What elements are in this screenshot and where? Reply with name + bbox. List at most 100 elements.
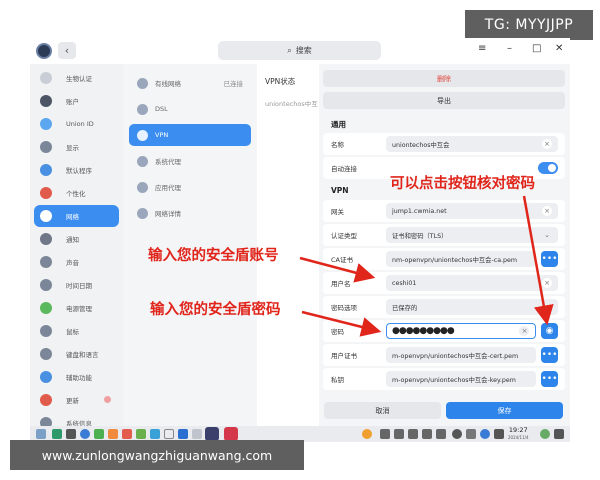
username-field[interactable]: ceshi01 ×	[386, 275, 558, 291]
trash-icon[interactable]	[192, 429, 202, 439]
tray-icon[interactable]	[380, 429, 390, 439]
wired-network-icon	[137, 77, 148, 89]
search-tray-icon[interactable]	[452, 429, 462, 439]
music-icon[interactable]	[122, 429, 132, 439]
clock[interactable]: 19:27 2024/11/4	[508, 427, 529, 441]
private-key-row: 私钥 m-openvpn/uniontechos中互会-key.pem •••	[323, 368, 565, 390]
bell-icon	[40, 233, 52, 245]
sidebar-item-system-info[interactable]: 系统信息	[34, 412, 119, 426]
app-proxy-icon	[137, 181, 148, 193]
clear-icon[interactable]: ×	[542, 278, 552, 288]
network-details-icon	[137, 207, 148, 219]
sidebar-item-label: 声音	[66, 259, 79, 267]
private-key-field[interactable]: m-openvpn/uniontechos中互会-key.pem	[386, 371, 536, 387]
clear-icon[interactable]: ×	[519, 326, 529, 336]
dsl-icon	[137, 103, 148, 115]
clock-date: 2024/11/4	[508, 435, 529, 440]
submenu-item-vpn[interactable]: VPN	[129, 124, 251, 146]
apps-icon	[40, 164, 52, 176]
sidebar-item-update[interactable]: 更新	[34, 389, 119, 411]
export-button[interactable]: 导出	[323, 92, 565, 109]
section-general-title: 通用	[331, 120, 346, 129]
watermark-bottom: www.zunlongwangzhiguanwang.com	[10, 440, 304, 470]
sidebar-item-sound[interactable]: 声音	[34, 251, 119, 273]
submenu-item-dsl[interactable]: DSL	[129, 98, 251, 120]
cancel-button[interactable]: 取消	[324, 402, 441, 419]
launcher-icon[interactable]	[36, 429, 46, 439]
sidebar-item-display[interactable]: 显示	[34, 136, 119, 158]
desktop-icon[interactable]	[52, 429, 62, 439]
sidebar-item-label: 通知	[66, 236, 79, 244]
sidebar-item-network[interactable]: 网络	[34, 205, 119, 227]
store-icon[interactable]	[94, 429, 104, 439]
files-icon[interactable]	[108, 429, 118, 439]
sidebar-item-default-apps[interactable]: 默认程序	[34, 159, 119, 181]
keyboard-icon	[40, 348, 52, 360]
pen-tray-icon[interactable]	[422, 429, 432, 439]
show-password-button[interactable]: ◉	[541, 323, 558, 339]
submenu-item-app-proxy[interactable]: 应用代理	[129, 176, 251, 198]
assistant-tray-icon[interactable]	[480, 429, 490, 439]
password-field[interactable]: ●●●●●●●●● ×	[386, 323, 536, 339]
delete-button[interactable]: 删除	[323, 70, 565, 87]
notification-tray-icon[interactable]	[362, 429, 372, 439]
search-input[interactable]: ⌕ 搜索	[218, 41, 381, 60]
sidebar-item-union-id[interactable]: Union ID	[34, 113, 119, 135]
app-icon[interactable]	[224, 427, 238, 441]
screenshot-tray-icon[interactable]	[466, 429, 476, 439]
password-options-select[interactable]: 已保存的 ⌄	[386, 299, 558, 315]
minimize-button[interactable]: –	[507, 43, 512, 54]
vpn-detail-panel: 删除 导出 通用 名称 uniontechos中互会 × 自动连接 VPN 网关 …	[319, 64, 570, 426]
auth-type-select[interactable]: 证书和密码（TLS） ⌄	[386, 227, 558, 243]
power-tray-icon[interactable]	[540, 429, 550, 439]
settings-app-icon[interactable]	[205, 427, 219, 441]
sidebar-item-label: 系统信息	[66, 420, 92, 426]
user-cert-row: 用户证书 m-openvpn/uniontechos中互会-cert.pem •…	[323, 344, 565, 366]
gateway-row: 网关 jump1.cwmia.net ×	[323, 200, 565, 222]
submenu-item-network-details[interactable]: 网络详情	[129, 202, 251, 224]
browse-private-key-button[interactable]: •••	[541, 371, 558, 387]
desktop-tray-icon[interactable]	[494, 429, 504, 439]
browser-icon[interactable]	[80, 429, 90, 439]
gateway-field[interactable]: jump1.cwmia.net ×	[386, 203, 558, 219]
sidebar-item-datetime[interactable]: 时间日期	[34, 274, 119, 296]
calendar-icon[interactable]	[178, 429, 188, 439]
name-field[interactable]: uniontechos中互会 ×	[386, 136, 558, 152]
ca-cert-field[interactable]: nm-openvpn/uniontechos中互会-ca.pem	[386, 251, 536, 267]
ca-cert-label: CA证书	[331, 256, 353, 264]
user-cert-field[interactable]: m-openvpn/uniontechos中互会-cert.pem	[386, 347, 536, 363]
image-viewer-icon[interactable]	[136, 429, 146, 439]
submenu-item-system-proxy[interactable]: 系统代理	[129, 150, 251, 172]
maximize-button[interactable]: □	[532, 43, 541, 54]
autoconnect-toggle[interactable]	[538, 162, 558, 174]
sidebar-item-keyboard[interactable]: 键盘和语言	[34, 343, 119, 365]
sidebar-item-accessibility[interactable]: 辅助功能	[34, 366, 119, 388]
vpn-list-item[interactable]: uniontechos中互	[265, 98, 318, 108]
submenu-item-wired[interactable]: 有线网络 已连接	[129, 72, 251, 94]
clear-icon[interactable]: ×	[542, 206, 552, 216]
terminal-icon[interactable]	[66, 429, 76, 439]
document-icon[interactable]	[164, 429, 174, 439]
username-row: 用户名 ceshi01 ×	[323, 272, 565, 294]
back-button[interactable]: ‹	[58, 42, 76, 59]
clear-icon[interactable]: ×	[542, 139, 552, 149]
sidebar-item-account[interactable]: 账户	[34, 90, 119, 112]
grid-tray-icon[interactable]	[554, 429, 564, 439]
close-button[interactable]: ✕	[555, 43, 563, 54]
sidebar-item-personalization[interactable]: 个性化	[34, 182, 119, 204]
sidebar-item-mouse[interactable]: 鼠标	[34, 320, 119, 342]
volume-tray-icon[interactable]	[408, 429, 418, 439]
browse-ca-button[interactable]: •••	[541, 251, 558, 267]
sidebar-item-power[interactable]: 电源管理	[34, 297, 119, 319]
save-button[interactable]: 保存	[446, 402, 563, 419]
mail-icon[interactable]	[150, 429, 160, 439]
sidebar-item-notification[interactable]: 通知	[34, 228, 119, 250]
sidebar-item-biometric[interactable]: 生物认证	[34, 67, 119, 89]
network-tray-icon[interactable]	[394, 429, 404, 439]
browse-user-cert-button[interactable]: •••	[541, 347, 558, 363]
password-options-row: 密码选项 已保存的 ⌄	[323, 296, 565, 318]
menu-icon[interactable]: ≡	[478, 43, 486, 54]
battery-tray-icon[interactable]	[436, 429, 446, 439]
watermark-top: TG: MYYJJPP	[465, 10, 593, 40]
user-cert-label: 用户证书	[331, 352, 357, 360]
